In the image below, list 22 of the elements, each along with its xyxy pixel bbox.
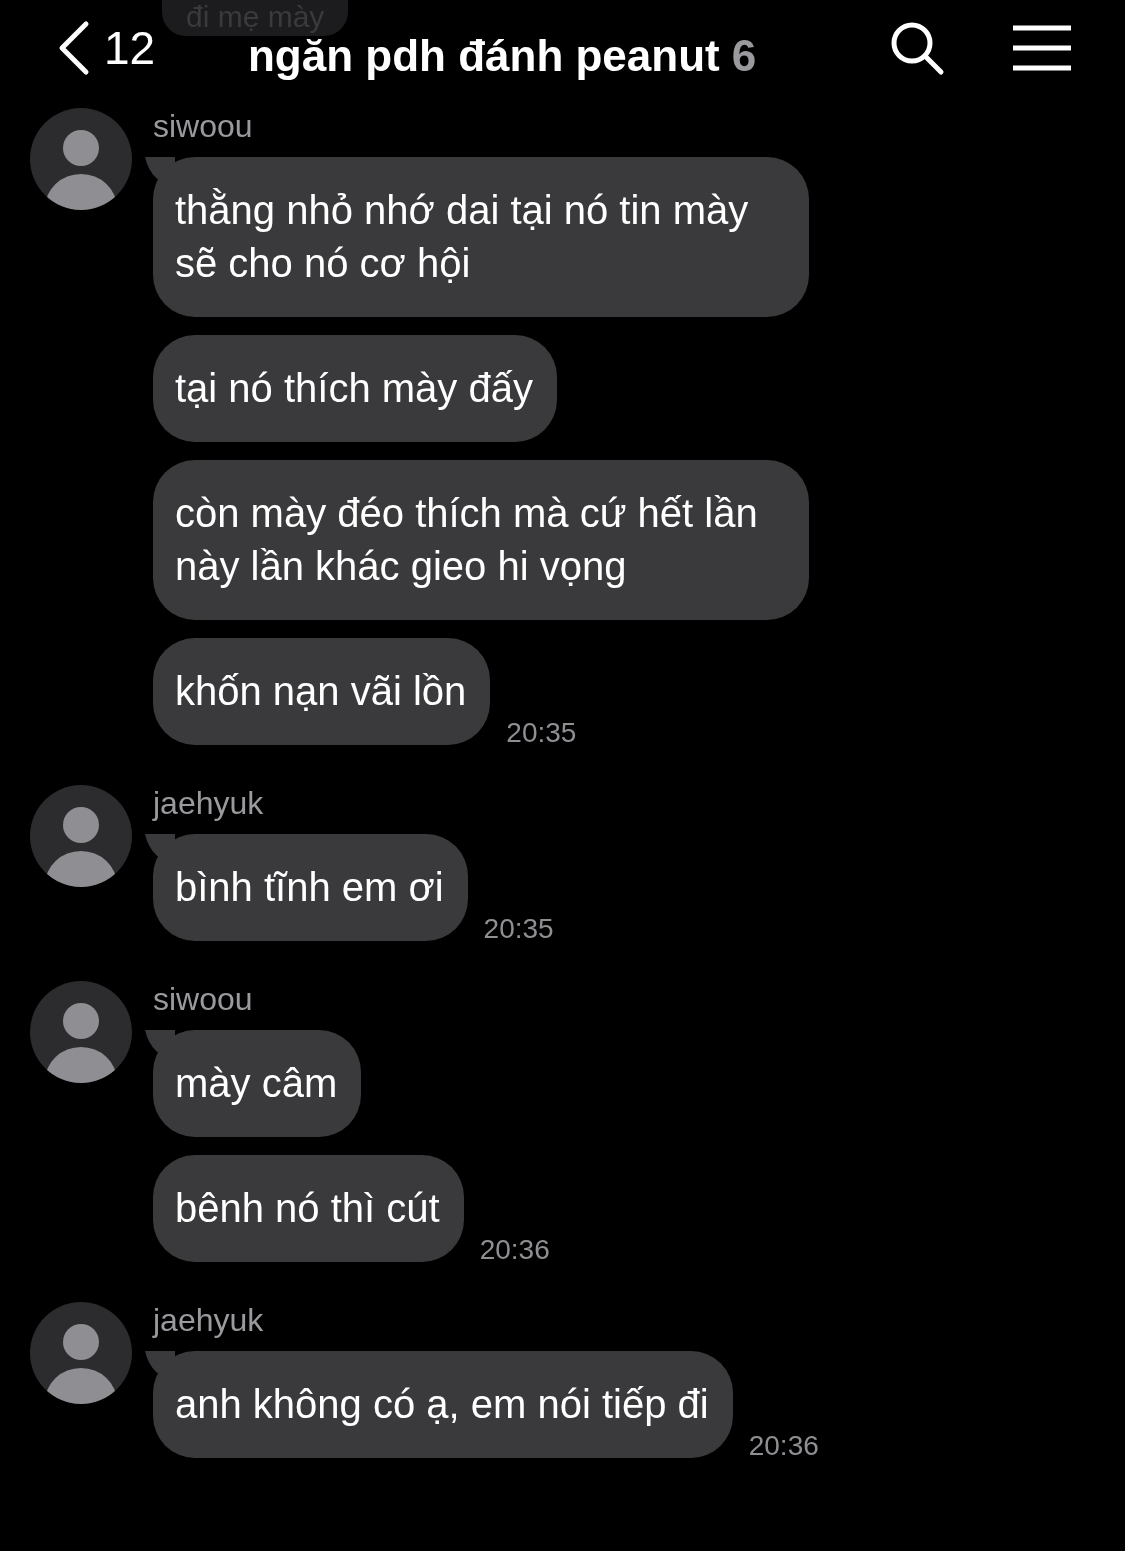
message-bubble: tại nó thích mày đấy (153, 335, 557, 442)
search-icon[interactable] (889, 20, 945, 76)
sender-name: jaehyuk (153, 785, 265, 822)
member-count: 6 (731, 34, 757, 78)
timestamp: 20:36 (479, 1234, 550, 1266)
message-bubble: còn mày đéo thích mà cứ hết lần này lần khác gieo hi vọng (153, 460, 809, 620)
timestamp: 20:35 (483, 913, 554, 945)
unread-count: 12 (104, 21, 156, 75)
message-bubble: khốn nạn vãi lồn (153, 638, 491, 745)
chat-title: ngăn pdh đánh peanut (247, 34, 720, 78)
timestamp: 20:36 (748, 1430, 819, 1462)
menu-icon[interactable] (1011, 25, 1073, 71)
back-button[interactable]: 12 (56, 20, 156, 76)
message-bubble: bênh nó thì cút (153, 1155, 464, 1262)
sender-name: siwoou (153, 108, 254, 145)
message-bubble: thằng nhỏ nhớ dai tại nó tin mày sẽ cho nó cơ hội (153, 157, 809, 317)
sender-name: siwoou (153, 981, 254, 1018)
timestamp: 20:35 (506, 717, 577, 749)
message-bubble: anh không có ạ, em nói tiếp đi (153, 1351, 733, 1458)
sender-name: jaehyuk (153, 1302, 265, 1339)
message-bubble: mày câm (153, 1030, 362, 1137)
message-bubble: bình tĩnh em ơi (153, 834, 468, 941)
